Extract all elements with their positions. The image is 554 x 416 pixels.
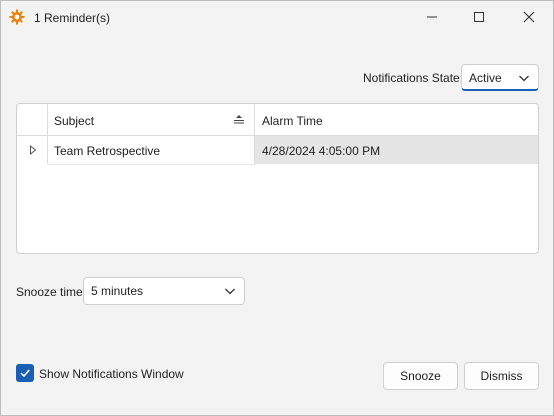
- minimize-button[interactable]: [409, 1, 455, 33]
- column-header-alarm-time-label: Alarm Time: [262, 114, 323, 128]
- checkmark-icon: [20, 369, 30, 378]
- notifications-state-select[interactable]: Active: [461, 64, 539, 91]
- row-indicator-header: [17, 104, 48, 135]
- snooze-time-value: 5 minutes: [91, 284, 144, 298]
- snooze-time-select[interactable]: 5 minutes: [83, 277, 245, 305]
- column-header-subject[interactable]: Subject: [48, 104, 255, 135]
- column-header-alarm-time[interactable]: Alarm Time: [255, 104, 538, 135]
- chevron-down-icon: [519, 75, 529, 82]
- table-row[interactable]: Team Retrospective 4/28/2024 4:05:00 PM: [17, 136, 538, 165]
- title-bar: 1 Reminder(s): [1, 1, 553, 33]
- maximize-button[interactable]: [456, 1, 502, 33]
- column-header-subject-label: Subject: [54, 114, 95, 128]
- window-title: 1 Reminder(s): [34, 11, 111, 25]
- show-notifications-window-label[interactable]: Show Notifications Window: [39, 367, 184, 381]
- cell-subject-text: Team Retrospective: [54, 144, 161, 158]
- expand-arrow-icon: [30, 145, 37, 155]
- reminders-grid: Subject Alarm Time Team Retrospective 4/…: [16, 103, 539, 254]
- gear-icon: [9, 9, 25, 25]
- close-icon: [523, 11, 535, 23]
- maximize-icon: [474, 12, 484, 22]
- dismiss-button[interactable]: Dismiss: [464, 362, 539, 390]
- chevron-down-icon: [225, 288, 235, 295]
- close-button[interactable]: [506, 1, 552, 33]
- cell-subject[interactable]: Team Retrospective: [48, 136, 255, 165]
- snooze-time-label: Snooze time:: [16, 285, 87, 299]
- row-expander[interactable]: [17, 136, 48, 164]
- notifications-state-label: Notifications State:: [363, 71, 464, 85]
- show-notifications-window-checkbox[interactable]: [16, 364, 34, 382]
- notifications-state-value: Active: [469, 71, 502, 85]
- minimize-icon: [427, 16, 437, 18]
- sort-ascending-icon: [234, 115, 244, 124]
- reminder-window: 1 Reminder(s) Notifications State: Activ…: [0, 0, 554, 416]
- snooze-button[interactable]: Snooze: [383, 362, 458, 390]
- grid-header: Subject Alarm Time: [17, 104, 538, 136]
- cell-alarm-time-text: 4/28/2024 4:05:00 PM: [262, 144, 381, 158]
- cell-alarm-time[interactable]: 4/28/2024 4:05:00 PM: [255, 136, 538, 164]
